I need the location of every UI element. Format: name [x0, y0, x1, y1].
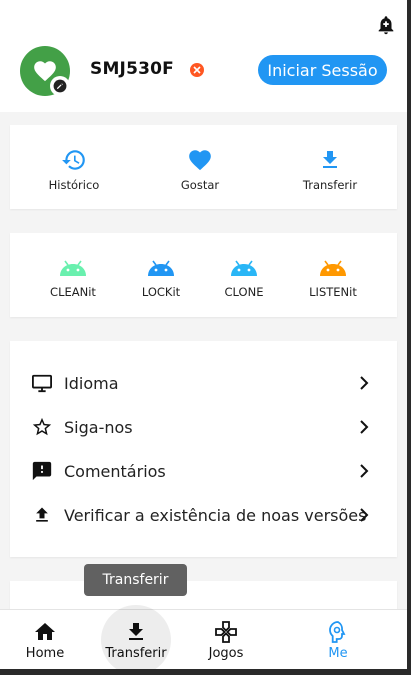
nav-item-games[interactable]: Jogos: [181, 610, 271, 669]
android-icon: [58, 258, 88, 278]
transfer-button[interactable]: Transferir: [280, 125, 380, 209]
settings-item-feedback[interactable]: Comentários: [10, 449, 397, 493]
app-label: LISTENit: [309, 285, 357, 299]
settings-item-label: Comentários: [64, 461, 166, 481]
nav-label: Home: [25, 646, 65, 661]
settings-item-label: Siga-nos: [64, 417, 133, 437]
settings-item-check-updates[interactable]: Verificar a existência de noas versões: [10, 493, 397, 537]
history-icon: [60, 147, 88, 173]
app-clone[interactable]: CLONE: [194, 233, 294, 317]
chevron-right-icon: [356, 507, 372, 523]
quick-action-label: Histórico: [48, 178, 100, 192]
apps-card: CLEANit LOCKit CLONE LISTENit: [10, 233, 397, 317]
touch-ripple: [101, 605, 171, 669]
app-cleanit[interactable]: CLEANit: [23, 233, 123, 317]
monitor-icon: [31, 372, 53, 394]
like-button[interactable]: Gostar: [150, 125, 250, 209]
app-label: CLONE: [224, 285, 264, 299]
bottom-navigation: Home Transferir Jogos Me: [0, 609, 407, 669]
upload-icon: [31, 504, 53, 526]
gamepad-icon: [214, 620, 238, 644]
android-icon: [318, 258, 348, 278]
nav-item-home[interactable]: Home: [0, 610, 90, 669]
android-icon: [229, 258, 259, 278]
app-label: CLEANit: [50, 285, 96, 299]
quick-actions-card: Histórico Gostar Transferir: [10, 125, 397, 209]
settings-item-label: Idioma: [64, 373, 119, 393]
quick-action-label: Transferir: [302, 178, 358, 192]
notification-add-icon[interactable]: [375, 14, 397, 36]
app-label: LOCKit: [141, 285, 181, 299]
android-icon: [146, 258, 176, 278]
nav-label: Jogos: [208, 646, 244, 661]
settings-card: Idioma Siga-nos Comentários Verificar a …: [10, 341, 397, 557]
login-button[interactable]: Iniciar Sessão: [258, 55, 387, 85]
feedback-icon: [31, 460, 53, 482]
history-button[interactable]: Histórico: [24, 125, 124, 209]
nav-item-me[interactable]: Me: [293, 610, 383, 669]
chevron-right-icon: [356, 419, 372, 435]
settings-item-label: Verificar a existência de noas versões: [64, 505, 367, 525]
download-icon: [316, 147, 344, 173]
app-screen: SMJ530F Iniciar Sessão Histórico Gostar …: [0, 0, 407, 669]
star-outline-icon: [31, 416, 53, 438]
profile-header: SMJ530F Iniciar Sessão: [0, 0, 407, 112]
settings-item-follow-us[interactable]: Siga-nos: [10, 405, 397, 449]
chevron-right-icon: [356, 375, 372, 391]
chevron-right-icon: [356, 463, 372, 479]
offline-status-icon: [190, 63, 204, 77]
profile-icon: [326, 620, 350, 644]
quick-action-label: Gostar: [180, 178, 220, 192]
device-name: SMJ530F: [90, 59, 174, 79]
heart-icon: [186, 147, 214, 173]
transfer-tooltip: Transferir: [84, 564, 187, 596]
pencil-icon: [53, 79, 67, 93]
settings-item-language[interactable]: Idioma: [10, 361, 397, 405]
home-icon: [33, 620, 57, 644]
edit-avatar-button[interactable]: [50, 76, 70, 96]
nav-label: Me: [328, 646, 348, 661]
app-listenit[interactable]: LISTENit: [283, 233, 383, 317]
